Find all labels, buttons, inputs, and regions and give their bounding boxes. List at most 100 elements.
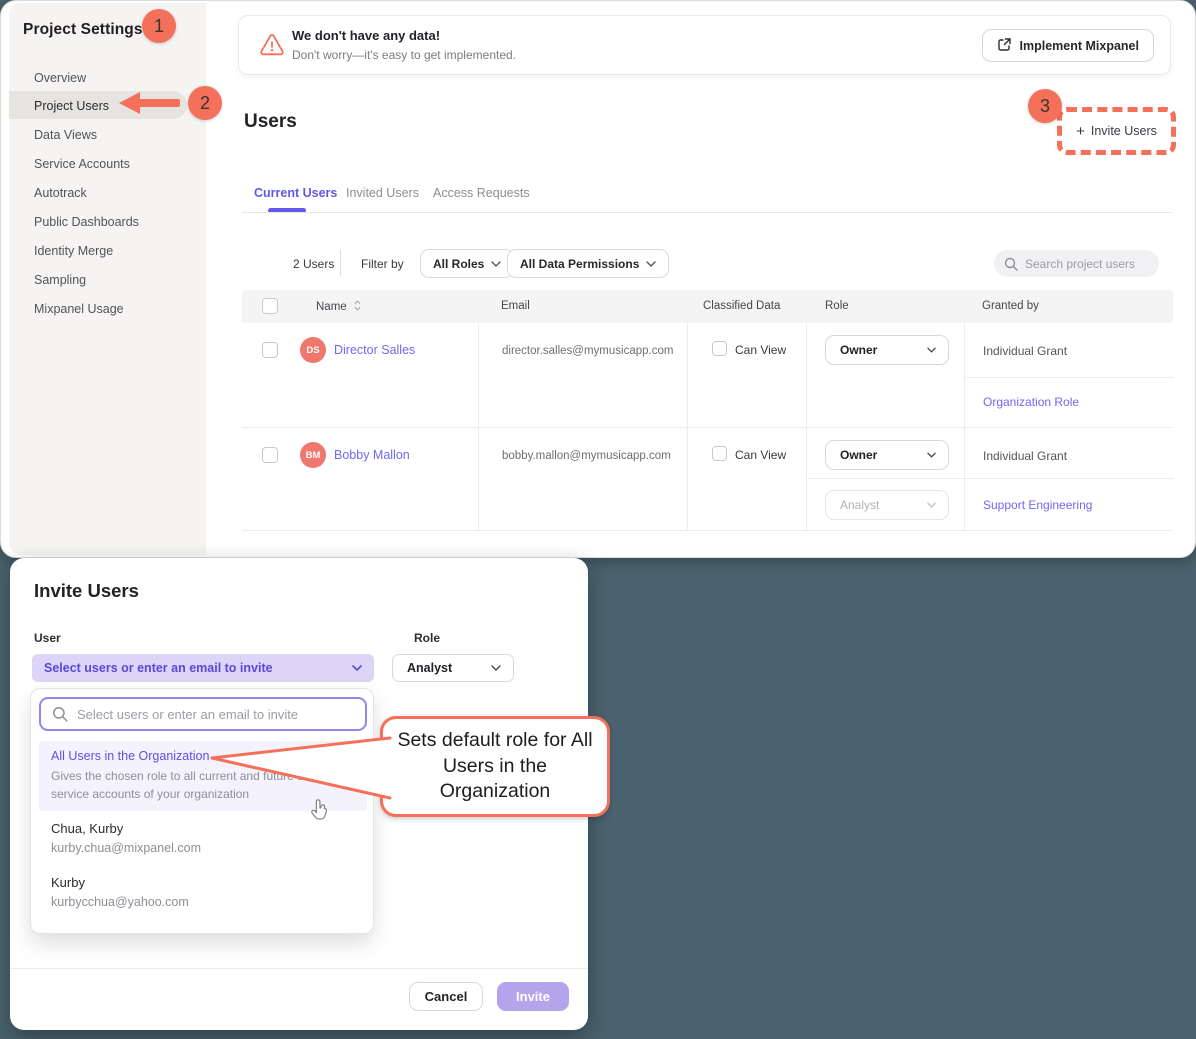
invite-users-label: Invite Users (1091, 124, 1157, 138)
sidebar-item-project-users[interactable]: Project Users (34, 99, 109, 113)
user-name-link[interactable]: Bobby Mallon (334, 448, 410, 462)
all-roles-dropdown[interactable]: All Roles (420, 249, 514, 278)
sidebar-item-mixpanel-usage[interactable]: Mixpanel Usage (34, 302, 124, 316)
granted-by-text: Individual Grant (983, 344, 1067, 358)
tabs-divider (242, 212, 1171, 213)
filter-by-label: Filter by (361, 257, 404, 271)
row-checkbox[interactable] (262, 447, 278, 463)
role-select[interactable]: Analyst (392, 654, 514, 682)
callout-annotation: Sets default role for All Users in the O… (380, 716, 610, 817)
cancel-button[interactable]: Cancel (409, 982, 483, 1011)
sidebar-item-overview[interactable]: Overview (34, 71, 86, 85)
avatar: BM (300, 442, 326, 468)
column-header-classified: Classified Data (703, 300, 780, 312)
table-row: BM Bobby Mallon bobby.mallon@mymusicapp.… (242, 428, 1173, 531)
can-view-label: Can View (735, 448, 786, 462)
role-value: Analyst (840, 498, 879, 512)
granted-by-text: Individual Grant (983, 449, 1067, 463)
project-settings-window: Project Settings Overview Project Users … (0, 0, 1196, 558)
column-header-email: Email (501, 300, 530, 312)
option-title: All Users in the Organization (51, 749, 209, 763)
dialog-footer-divider (10, 968, 588, 969)
tab-access-requests[interactable]: Access Requests (433, 186, 530, 200)
chevron-down-icon (927, 347, 936, 353)
select-all-checkbox[interactable] (262, 298, 278, 314)
role-value: Owner (840, 448, 877, 462)
dropdown-search-input[interactable] (77, 707, 347, 722)
tab-invited-users[interactable]: Invited Users (346, 186, 419, 200)
organization-role-link[interactable]: Organization Role (983, 395, 1079, 409)
chevron-down-icon (352, 665, 362, 671)
sidebar-item-public-dashboards[interactable]: Public Dashboards (34, 215, 139, 229)
annotation-step-3: 3 (1028, 89, 1062, 123)
avatar: DS (300, 337, 326, 363)
filter-divider (340, 250, 341, 276)
role-value: Owner (840, 343, 877, 357)
option-title: Chua, Kurby (51, 821, 201, 836)
can-view-label: Can View (735, 343, 786, 357)
row-checkbox[interactable] (262, 342, 278, 358)
user-email: bobby.mallon@mymusicapp.com (502, 450, 671, 462)
role-select-value: Analyst (407, 661, 452, 675)
role-select[interactable]: Owner (825, 440, 949, 470)
cell-divider (807, 478, 965, 479)
option-chua-kurby[interactable]: Chua, Kurby kurby.chua@mixpanel.com (51, 821, 201, 855)
role-select-disabled: Analyst (825, 490, 949, 520)
tab-current-users[interactable]: Current Users (254, 186, 337, 200)
option-email: kurby.chua@mixpanel.com (51, 841, 201, 855)
column-header-name: Name (316, 300, 361, 313)
annotation-step-1: 1 (142, 9, 176, 43)
can-view-checkbox[interactable] (712, 446, 727, 461)
option-kurby[interactable]: Kurby kurbycchua@yahoo.com (51, 875, 189, 909)
chevron-down-icon (646, 261, 656, 267)
user-email: director.salles@mymusicapp.com (502, 345, 673, 357)
cell-divider (965, 377, 1174, 378)
banner-subtitle: Don't worry—it's easy to get implemented… (292, 48, 516, 62)
external-link-icon (997, 37, 1012, 55)
all-data-permissions-dropdown[interactable]: All Data Permissions (507, 249, 669, 278)
chevron-down-icon (491, 261, 501, 267)
table-row: DS Director Salles director.salles@mymus… (242, 323, 1173, 428)
invite-button[interactable]: Invite (497, 982, 569, 1011)
plus-icon: + (1076, 123, 1085, 140)
column-header-role: Role (825, 300, 849, 312)
can-view-checkbox[interactable] (712, 341, 727, 356)
sidebar-item-autotrack[interactable]: Autotrack (34, 186, 87, 200)
warning-icon (259, 33, 285, 62)
annotation-arrow-tail (138, 99, 180, 107)
table-header: Name Email Classified Data Role Granted … (242, 290, 1173, 323)
sidebar-item-data-views[interactable]: Data Views (34, 128, 97, 142)
sidebar-item-sampling[interactable]: Sampling (34, 273, 86, 287)
sidebar-item-identity-merge[interactable]: Identity Merge (34, 244, 113, 258)
all-data-permissions-label: All Data Permissions (520, 257, 639, 271)
sidebar-item-service-accounts[interactable]: Service Accounts (34, 157, 130, 171)
role-field-label: Role (414, 631, 440, 645)
role-select[interactable]: Owner (825, 335, 949, 365)
sidebar-title: Project Settings (23, 21, 143, 39)
support-engineering-link[interactable]: Support Engineering (983, 498, 1092, 512)
search-icon (52, 706, 68, 722)
invite-users-button[interactable]: + Invite Users (1057, 107, 1176, 155)
chevron-down-icon (491, 665, 501, 671)
annotation-arrow (119, 92, 140, 114)
search-project-users[interactable] (994, 250, 1159, 277)
callout-tail (210, 736, 392, 806)
implement-mixpanel-button[interactable]: Implement Mixpanel (982, 29, 1154, 62)
users-count: 2 Users (293, 257, 334, 271)
user-select[interactable]: Select users or enter an email to invite (32, 654, 374, 682)
option-email: kurbycchua@yahoo.com (51, 895, 189, 909)
chevron-down-icon (927, 452, 936, 458)
page-title: Users (244, 111, 297, 133)
user-field-label: User (34, 631, 61, 645)
option-title: Kurby (51, 875, 189, 890)
dropdown-search[interactable] (39, 697, 367, 731)
all-roles-label: All Roles (433, 257, 484, 271)
chevron-down-icon (927, 502, 936, 508)
no-data-banner: We don't have any data! Don't worry—it's… (238, 15, 1171, 75)
search-input[interactable] (1025, 257, 1145, 271)
user-name-link[interactable]: Director Salles (334, 343, 415, 357)
user-select-value: Select users or enter an email to invite (44, 661, 273, 675)
implement-button-label: Implement Mixpanel (1020, 39, 1139, 53)
user-select-dropdown: All Users in the Organization Gives the … (30, 688, 374, 934)
settings-sidebar: Project Settings Overview Project Users … (9, 3, 206, 555)
